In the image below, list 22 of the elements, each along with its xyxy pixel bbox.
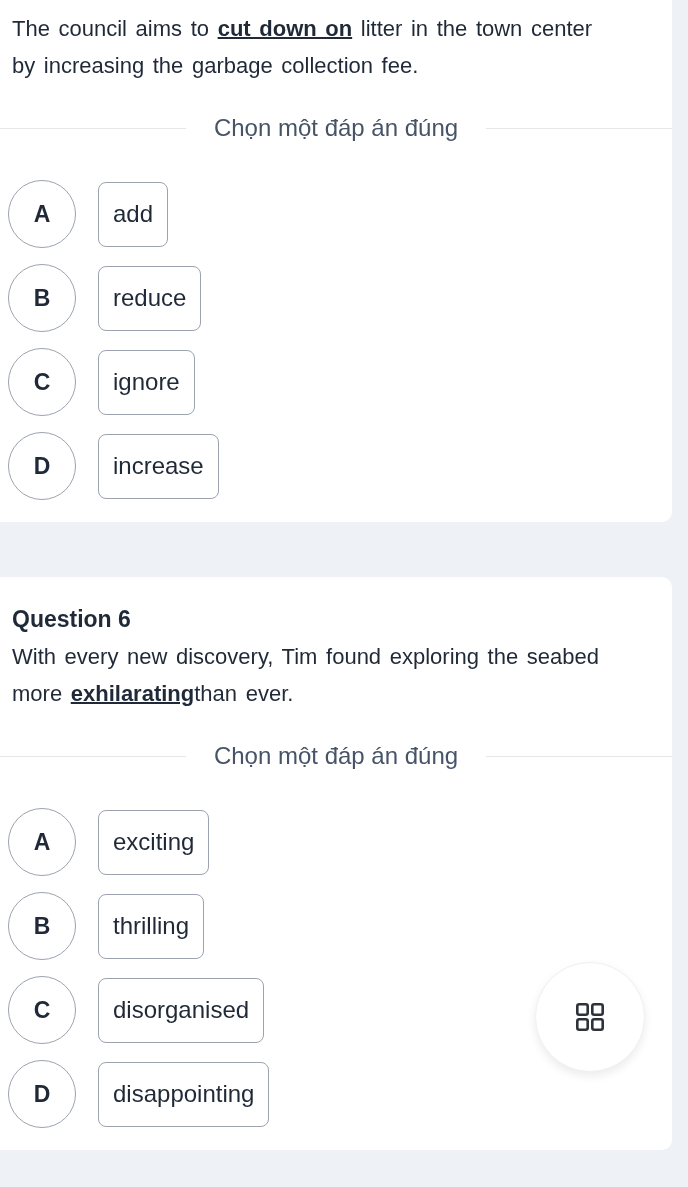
option-letter-button[interactable]: C: [8, 976, 76, 1044]
answer-option[interactable]: increase: [98, 433, 219, 499]
option-letter-button[interactable]: A: [8, 808, 76, 876]
question-title: Question 6: [12, 605, 131, 634]
option-letter-button[interactable]: C: [8, 348, 76, 416]
answer-option[interactable]: reduce: [98, 265, 202, 331]
option-letter-button[interactable]: B: [8, 892, 76, 960]
grid-icon: [576, 1003, 604, 1031]
instruction-label: Chọn một đáp án đúng: [212, 113, 460, 143]
option-letter-button[interactable]: B: [8, 264, 76, 332]
option-letter-button[interactable]: D: [8, 432, 76, 500]
answer-option[interactable]: disorganised: [98, 977, 265, 1043]
instruction-label: Chọn một đáp án đúng: [212, 741, 460, 771]
answer-option[interactable]: ignore: [98, 349, 195, 415]
question-text: The council aims to cut down on litter in the town center by increasing the garbage collection fee.: [12, 15, 594, 80]
option-letter-button[interactable]: D: [8, 1060, 76, 1128]
answer-option[interactable]: add: [98, 181, 169, 247]
answer-option[interactable]: thrilling: [98, 893, 205, 959]
question-text: With every new discovery, Tim found exploring the seabed more exhilaratingthan ever.: [12, 643, 600, 708]
answer-option[interactable]: exciting: [98, 809, 210, 875]
answer-option[interactable]: disappointing: [98, 1061, 270, 1127]
option-letter-button[interactable]: A: [8, 180, 76, 248]
